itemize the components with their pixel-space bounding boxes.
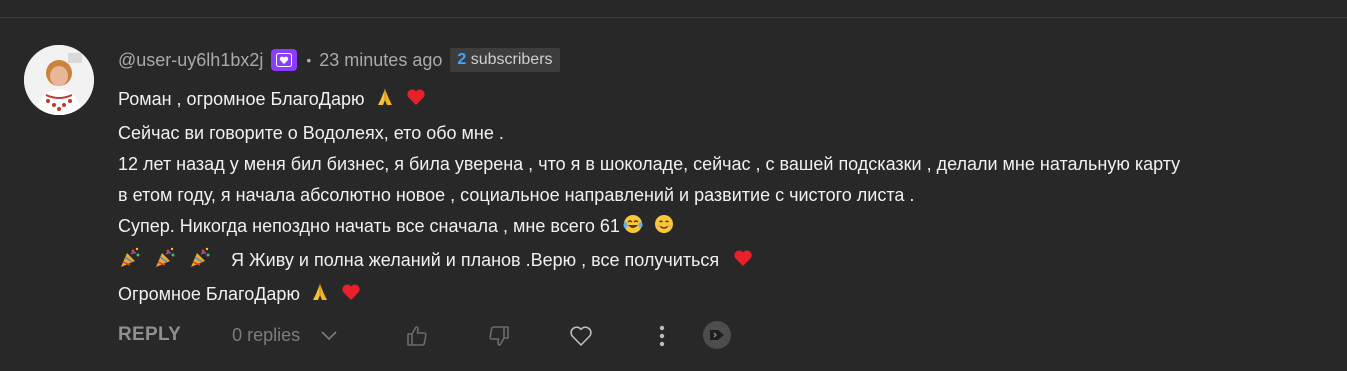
comment-line: Огромное БлагоДарю bbox=[118, 279, 1333, 313]
flag-icon[interactable] bbox=[702, 320, 732, 350]
subscriber-label: subscribers bbox=[470, 51, 553, 68]
chevron-down-icon bbox=[320, 329, 338, 341]
comment-text: в етом году, я начала абсолютно новое , … bbox=[118, 185, 915, 205]
replies-toggle[interactable]: 0 replies bbox=[232, 325, 338, 346]
comment-line: Супер. Никогда непоздно начать все снача… bbox=[118, 211, 1333, 245]
smiling-face-emoji-icon bbox=[653, 213, 675, 245]
folded-hands-emoji-icon bbox=[309, 281, 331, 313]
comment-text: Супер. Никогда непоздно начать все снача… bbox=[118, 216, 620, 236]
comment-line: в етом году, я начала абсолютно новое , … bbox=[118, 180, 1333, 211]
comment-text: Сейчас ви говорите о Водолеях, ето обо м… bbox=[118, 123, 504, 143]
comment-line: Сейчас ви говорите о Водолеях, ето обо м… bbox=[118, 118, 1333, 149]
folded-hands-emoji-icon bbox=[374, 86, 396, 118]
dislike-icon[interactable] bbox=[486, 323, 512, 349]
avatar-image bbox=[24, 45, 94, 115]
subscriber-badge: 2 subscribers bbox=[450, 48, 560, 72]
heart-emoji-icon bbox=[405, 86, 427, 118]
more-vert-icon[interactable] bbox=[654, 322, 670, 350]
comment-header: @user-uy6lh1bx2j • 23 minutes ago 2 subs… bbox=[118, 44, 560, 76]
comment-text: Я Живу и полна желаний и планов .Верю , … bbox=[231, 250, 720, 270]
replies-count: 0 replies bbox=[232, 324, 301, 345]
separator-dot: • bbox=[306, 52, 312, 68]
avatar[interactable] bbox=[24, 45, 94, 115]
comment-text: Огромное БлагоДарю bbox=[118, 284, 300, 304]
comment-actions: REPLY 0 replies bbox=[118, 316, 338, 354]
heart-emoji-icon bbox=[732, 247, 754, 279]
member-badge-icon bbox=[271, 49, 298, 71]
tears-of-joy-emoji-icon bbox=[622, 213, 644, 245]
party-popper-emoji-icon bbox=[153, 247, 177, 279]
subscriber-count: 2 bbox=[457, 51, 467, 68]
reply-button[interactable]: REPLY bbox=[118, 324, 181, 346]
party-popper-emoji-icon bbox=[188, 247, 212, 279]
comment-line: Я Живу и полна желаний и планов .Верю , … bbox=[118, 245, 1333, 279]
comment-text: 12 лет назад у меня бил бизнес, я била у… bbox=[118, 154, 1181, 174]
comment-text: Роман , огромное БлагоДарю bbox=[118, 89, 365, 109]
heart-icon[interactable] bbox=[567, 322, 595, 350]
comment-line: 12 лет назад у меня бил бизнес, я била у… bbox=[118, 149, 1333, 180]
like-icon[interactable] bbox=[404, 323, 430, 349]
timestamp[interactable]: 23 minutes ago bbox=[319, 50, 442, 71]
username[interactable]: @user-uy6lh1bx2j bbox=[118, 50, 263, 71]
comment-line: Роман , огромное БлагоДарю bbox=[118, 84, 1333, 118]
heart-emoji-icon bbox=[340, 281, 362, 313]
comment-body: Роман , огромное БлагоДарю Сейчас ви гов… bbox=[118, 84, 1333, 313]
party-popper-emoji-icon bbox=[118, 247, 142, 279]
divider bbox=[0, 17, 1347, 18]
